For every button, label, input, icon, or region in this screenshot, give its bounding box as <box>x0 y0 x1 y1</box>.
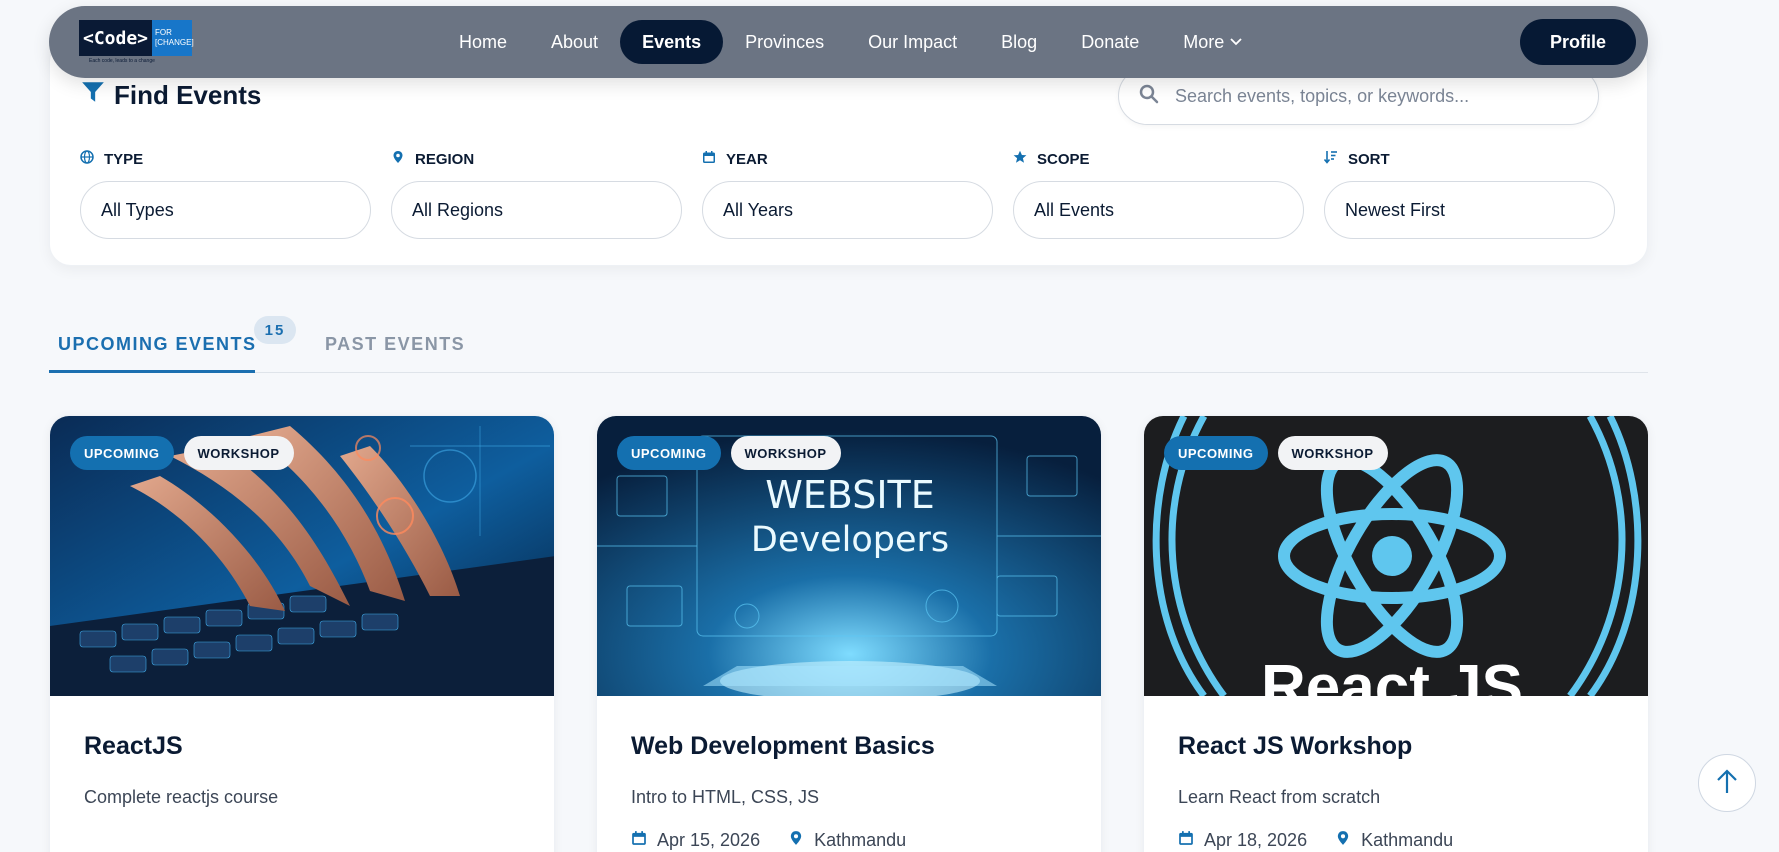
nav-link-provinces[interactable]: Provinces <box>723 20 846 64</box>
type-select[interactable]: All Types <box>80 181 371 239</box>
status-badge: UPCOMING <box>1164 436 1268 470</box>
event-location: Kathmandu <box>814 830 907 850</box>
nav-link-blog[interactable]: Blog <box>979 20 1059 64</box>
filter-type: TYPE All Types <box>80 149 371 239</box>
scroll-to-top-button[interactable] <box>1698 754 1756 812</box>
arrow-up-icon <box>1715 767 1739 800</box>
event-title[interactable]: React JS Workshop <box>1178 732 1614 761</box>
nav-links: Home About Events Provinces Our Impact B… <box>437 20 1264 64</box>
event-date: Apr 18, 2026 <box>1204 830 1308 850</box>
event-title[interactable]: ReactJS <box>84 732 520 761</box>
filter-region: REGION All Regions <box>391 149 682 239</box>
filter-region-label: REGION <box>415 150 475 168</box>
filter-type-label: TYPE <box>104 150 144 168</box>
find-events-heading: Find Events <box>80 79 261 112</box>
code-for-change-logo[interactable]: <Code> FOR [CHANGE] Each code, leads to … <box>79 20 194 64</box>
region-select[interactable]: All Regions <box>391 181 682 239</box>
nav-link-more-label: More <box>1183 31 1225 52</box>
filter-sort: SORT Newest First <box>1323 149 1615 239</box>
type-badge: WORKSHOP <box>730 436 841 470</box>
upcoming-count-badge: 15 <box>254 316 296 344</box>
event-description: Intro to HTML, CSS, JS <box>631 787 820 807</box>
nav-link-events[interactable]: Events <box>620 20 724 64</box>
filter-scope-label: SCOPE <box>1037 150 1090 168</box>
sort-icon <box>1323 150 1338 168</box>
year-select[interactable]: All Years <box>702 181 993 239</box>
event-location: Kathmandu <box>1361 830 1454 850</box>
calendar-icon <box>631 830 647 851</box>
event-image-react-logo: React JS UPCOMING WORKSHOP <box>1144 416 1648 696</box>
event-description: Complete reactjs course <box>84 787 279 807</box>
chevron-down-icon <box>1230 35 1242 49</box>
event-card[interactable]: WEBSITE Developers UPCOMING WORKSHOP Web… <box>596 415 1102 852</box>
event-image-keyboard: UPCOMING WORKSHOP <box>50 416 554 696</box>
nav-link-home[interactable]: Home <box>437 20 529 64</box>
map-pin-icon <box>788 830 804 851</box>
image-text-developers: Developers <box>751 520 949 560</box>
filter-year: YEAR All Years <box>702 149 993 239</box>
filter-sort-label: SORT <box>1348 150 1390 168</box>
image-text-react-js: React JS <box>1261 653 1523 696</box>
top-navbar: <Code> FOR [CHANGE] Each code, leads to … <box>49 6 1648 78</box>
profile-button[interactable]: Profile <box>1519 19 1636 65</box>
filter-scope: SCOPE All Events <box>1013 149 1304 239</box>
event-date: Apr 15, 2026 <box>657 830 761 850</box>
filter-row: TYPE All Types REGION All Regions YEAR A… <box>80 149 1615 239</box>
event-card[interactable]: React JS UPCOMING WORKSHOP React JS Work… <box>1143 415 1649 852</box>
globe-icon <box>80 150 94 168</box>
event-description: Learn React from scratch <box>1178 787 1381 807</box>
logo-tagline: Each code, leads to a change <box>89 58 155 64</box>
logo-code-text: <Code> <box>79 20 153 56</box>
event-card[interactable]: UPCOMING WORKSHOP ReactJS Complete react… <box>49 415 555 852</box>
event-tabs: UPCOMING EVENTS 15 PAST EVENTS <box>49 316 1648 373</box>
search-input[interactable] <box>1175 85 1575 107</box>
find-events-title: Find Events <box>114 80 262 110</box>
logo-change-text: [CHANGE] <box>155 38 194 47</box>
type-badge: WORKSHOP <box>1277 436 1388 470</box>
scope-select[interactable]: All Events <box>1013 181 1304 239</box>
nav-link-about[interactable]: About <box>529 20 620 64</box>
star-icon <box>1013 150 1027 168</box>
map-pin-icon <box>391 150 405 168</box>
nav-link-our-impact[interactable]: Our Impact <box>846 20 979 64</box>
tab-upcoming-events[interactable]: UPCOMING EVENTS <box>58 334 257 355</box>
image-text-website: WEBSITE <box>765 473 935 517</box>
status-badge: UPCOMING <box>617 436 721 470</box>
search-icon <box>1139 84 1159 109</box>
calendar-icon <box>1178 830 1194 851</box>
logo-for-text: FOR <box>155 28 172 37</box>
type-badge: WORKSHOP <box>183 436 294 470</box>
event-image-website-developers: WEBSITE Developers UPCOMING WORKSHOP <box>597 416 1101 696</box>
filter-funnel-icon <box>80 79 106 112</box>
active-tab-underline <box>49 370 255 373</box>
event-title[interactable]: Web Development Basics <box>631 732 1067 761</box>
sort-select[interactable]: Newest First <box>1324 181 1615 239</box>
nav-link-donate[interactable]: Donate <box>1059 20 1161 64</box>
nav-link-more[interactable]: More <box>1161 20 1264 64</box>
tab-past-events[interactable]: PAST EVENTS <box>325 334 465 355</box>
status-badge: UPCOMING <box>70 436 174 470</box>
map-pin-icon <box>1335 830 1351 851</box>
filter-year-label: YEAR <box>726 150 768 168</box>
calendar-icon <box>702 150 716 168</box>
